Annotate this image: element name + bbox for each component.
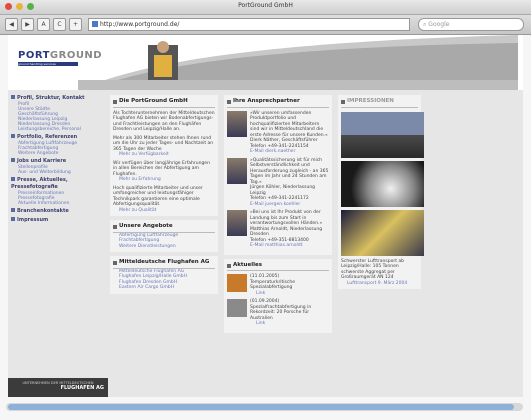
impression-image-cargo[interactable] xyxy=(341,209,424,256)
news-title: Aktuelles xyxy=(227,262,329,271)
nav-group-impressum: Impressum xyxy=(11,217,108,224)
contacts-title: Ihre Ansprechpartner xyxy=(227,98,329,108)
nav-group-profil: Profil, Struktur, Kontakt Profil Unsere … xyxy=(11,95,108,132)
nav-item[interactable]: Aktuelle Informationen xyxy=(18,201,108,206)
contacts-column: Ihre Ansprechpartner »Wir unseren umfass… xyxy=(224,95,332,333)
impression-image-nose[interactable] xyxy=(341,160,424,207)
contact-email[interactable]: E-Mail matthias.arnoldt xyxy=(250,243,329,249)
mfag-box: Mitteldeutsche Flughafen AG Mitteldeutsc… xyxy=(110,256,218,294)
contacts-box: Ihre Ansprechpartner »Wir unseren umfass… xyxy=(224,95,332,255)
nav-item[interactable]: Weitere Angebote xyxy=(18,151,108,156)
footer-big-text: FLUGHAFEN AG xyxy=(60,385,104,391)
nav-head-jobs[interactable]: Jobs und Karriere xyxy=(11,158,108,165)
nav-group-portfolio: Portfolio, Referenzen Abfertigung Luftfa… xyxy=(11,134,108,156)
company-box: Die PortGround GmbH Als Tochterunternehm… xyxy=(110,95,218,216)
scrollbar-thumb[interactable] xyxy=(8,404,514,410)
logo-port: PORT xyxy=(18,50,50,61)
company-title: Die PortGround GmbH xyxy=(113,98,215,108)
news-text: Temperaturkritische Spezialabfertigung xyxy=(250,279,295,291)
company-p4: Hoch qualifizierte Mitarbeiter und unser… xyxy=(113,185,203,208)
nav-head-presse[interactable]: Presse, Aktuelles, Pressefotografie xyxy=(11,177,108,191)
nav-head-profil[interactable]: Profil, Struktur, Kontakt xyxy=(11,95,108,102)
text-size-button[interactable]: A xyxy=(37,18,50,31)
impressions-box: IMPRESSIONEN Schwerster Lufttransport ab… xyxy=(338,95,424,289)
forward-button[interactable]: ▶ xyxy=(21,18,34,31)
contact-quote: »Qualitätssicherung ist für mich Selbstv… xyxy=(250,157,329,185)
company-p1: Als Tochterunternehmen der Mitteldeutsch… xyxy=(113,110,215,133)
mfag-title: Mitteldeutsche Flughafen AG xyxy=(113,259,215,269)
news-text: Spezialfrachtabfertigung in Rekordzeit: … xyxy=(250,304,312,321)
contact-email[interactable]: E-Mail dierk.naether xyxy=(250,149,329,155)
contact-name: Jürgen Köhler, Niederlassung Leipzig xyxy=(250,185,316,196)
url-text: http://www.portground.de/ xyxy=(100,21,180,28)
nav-group-branchen: Branchenkontakte xyxy=(11,208,108,215)
site-header: PORTGROUND ground handling services xyxy=(8,35,523,90)
news-thumb[interactable] xyxy=(227,274,247,292)
nav-item[interactable]: Leistungsbereiche, Personal xyxy=(18,127,108,132)
contact-quote: »Wir unseren umfassenden Produktportfoli… xyxy=(250,110,328,138)
news-item: (11.01.2005) Temperaturkritische Spezial… xyxy=(227,274,329,296)
search-icon: ⌕ xyxy=(423,21,427,28)
search-placeholder: Google xyxy=(428,21,450,28)
impression-caption: Schwerster Lufttransport ab Leipzig/Hall… xyxy=(341,258,405,281)
window-titlebar: PortGround GmbH xyxy=(0,0,531,15)
contact-photo xyxy=(227,157,247,184)
contact-email[interactable]: E-Mail juergen.koehler xyxy=(250,202,329,208)
logo-tagline: ground handling services xyxy=(18,62,78,66)
search-field[interactable]: ⌕ Google xyxy=(418,18,524,31)
news-thumb[interactable] xyxy=(227,299,247,317)
header-banner-image xyxy=(78,35,518,90)
impression-image-aircraft[interactable] xyxy=(341,111,424,158)
impression-caption-link[interactable]: Lufttransport 9. März 2004 xyxy=(347,281,418,287)
add-bookmark-button[interactable]: + xyxy=(69,18,82,31)
news-box: Aktuelles (11.01.2005) Temperaturkritisc… xyxy=(224,258,332,333)
mfag-link[interactable]: Eastern Air Cargo GmbH xyxy=(119,285,215,291)
impressions-column: IMPRESSIONEN Schwerster Lufttransport ab… xyxy=(338,95,424,355)
browser-toolbar: ◀ ▶ A C + http://www.portground.de/ ⌕ Go… xyxy=(0,15,531,35)
horizontal-scrollbar[interactable] xyxy=(6,403,523,411)
nav-item[interactable]: Aus- und Weiterbildung xyxy=(18,170,108,175)
news-link[interactable]: Link xyxy=(256,321,329,327)
nav-head-impressum[interactable]: Impressum xyxy=(11,217,108,224)
contact-photo xyxy=(227,110,247,137)
impressions-title: IMPRESSIONEN xyxy=(341,98,418,108)
nav-head-portfolio[interactable]: Portfolio, Referenzen xyxy=(11,134,108,141)
more-quality-link[interactable]: Mehr zu Qualität xyxy=(119,208,215,214)
offer-link[interactable]: Weitere Dienstleistungen xyxy=(119,244,215,250)
nav-group-jobs: Jobs und Karriere Stellenprofile Aus- un… xyxy=(11,158,108,175)
contact-card: »Qualitätssicherung ist für mich Selbstv… xyxy=(227,157,329,208)
back-button[interactable]: ◀ xyxy=(5,18,18,31)
contact-name: Matthias Arnoldt, Niederlassung Dresden xyxy=(250,226,323,238)
contact-photo xyxy=(227,210,247,236)
offers-box: Unsere Angebote Abfertigung Luftfahrzeug… xyxy=(110,220,218,252)
site-icon xyxy=(92,21,98,27)
contact-card: »Wir unseren umfassenden Produktportfoli… xyxy=(227,110,329,155)
sidebar-nav: Profil, Struktur, Kontakt Profil Unsere … xyxy=(8,95,108,397)
news-item: (01.09.2004) Spezialfrachtabfertigung in… xyxy=(227,299,329,327)
nav-group-presse: Presse, Aktuelles, Pressefotografie Pres… xyxy=(11,177,108,206)
contact-name: Dierk Näther, Geschäftsführer xyxy=(250,138,318,143)
company-p3: Wir verfügen über langjährige Erfahrunge… xyxy=(113,160,210,177)
sidebar-footer-banner[interactable]: UNTERNEHMEN DER MITTELDEUTSCHEN FLUGHAFE… xyxy=(8,378,108,397)
offers-title: Unsere Angebote xyxy=(113,223,215,233)
address-bar[interactable]: http://www.portground.de/ xyxy=(88,18,410,31)
window-title: PortGround GmbH xyxy=(238,2,293,9)
company-p2: Mehr als 300 Mitarbeiter stehen Ihnen ru… xyxy=(113,135,214,152)
nav-head-branchen[interactable]: Branchenkontakte xyxy=(11,208,108,215)
news-link[interactable]: Link xyxy=(256,291,329,297)
contact-quote: »Bei uns ist Ihr Produkt von der Landung… xyxy=(250,210,323,226)
web-page: PORTGROUND ground handling services Prof… xyxy=(8,35,523,397)
company-column: Die PortGround GmbH Als Tochterunternehm… xyxy=(110,95,218,294)
more-availability-link[interactable]: Mehr zu Verfügbarkeit xyxy=(119,152,215,158)
contact-card: »Bei uns ist Ihr Produkt von der Landung… xyxy=(227,210,329,249)
reload-button[interactable]: C xyxy=(53,18,66,31)
more-experience-link[interactable]: Mehr zu Erfahrung xyxy=(119,177,215,183)
